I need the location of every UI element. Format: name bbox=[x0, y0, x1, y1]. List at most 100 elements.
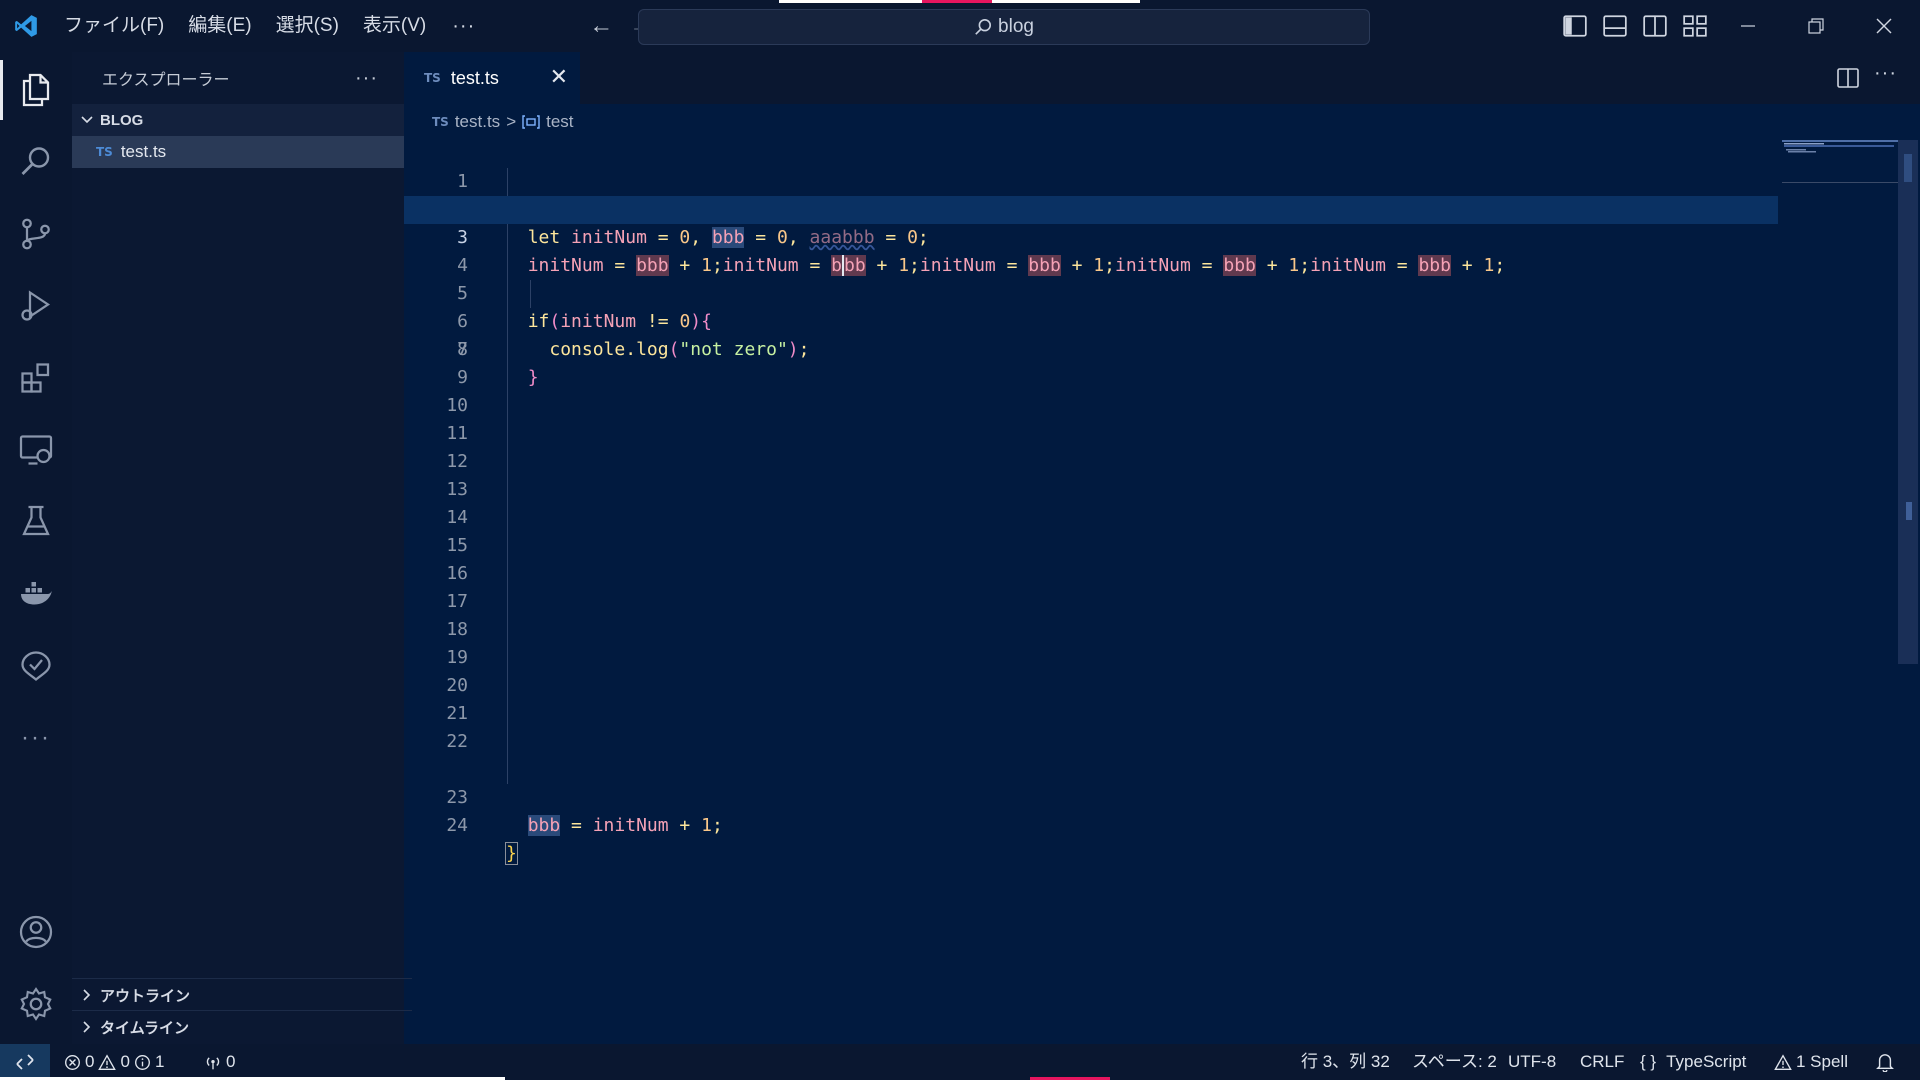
folder-section-header[interactable]: BLOG bbox=[72, 104, 404, 136]
language-braces-icon: { } bbox=[1640, 1052, 1657, 1071]
outline-section-header[interactable]: アウトライン bbox=[72, 978, 412, 1011]
line-number: 16 bbox=[446, 563, 468, 584]
typescript-file-icon: TS bbox=[424, 71, 441, 85]
file-item-test-ts[interactable]: TS test.ts bbox=[72, 136, 404, 168]
minimize-icon[interactable] bbox=[1714, 0, 1782, 52]
status-bar: 0 0 1 0 行 3、列 32 スペース: 2 UTF-8 CRLF { } … bbox=[0, 1044, 1920, 1080]
toggle-panel-icon[interactable] bbox=[1602, 13, 1628, 39]
search-icon bbox=[975, 18, 992, 35]
breadcrumb-separator: > bbox=[506, 112, 517, 131]
cursor-position[interactable]: 行 3、列 32 bbox=[1301, 1044, 1390, 1080]
encoding[interactable]: UTF-8 bbox=[1508, 1044, 1556, 1080]
line-number: 10 bbox=[446, 395, 468, 416]
breadcrumb-file[interactable]: test.ts bbox=[455, 112, 500, 132]
customize-layout-icon[interactable] bbox=[1682, 13, 1708, 39]
line-number: 24 bbox=[446, 815, 468, 836]
menu-view[interactable]: 表示(V) bbox=[351, 0, 438, 52]
toggle-secondary-sidebar-icon[interactable] bbox=[1642, 13, 1668, 39]
line-number: 11 bbox=[446, 423, 468, 444]
tab-test-ts[interactable]: TS test.ts ✕ bbox=[404, 52, 580, 104]
language-mode[interactable]: { } TypeScript bbox=[1640, 1044, 1746, 1080]
vertical-scrollbar[interactable] bbox=[1898, 140, 1918, 664]
language-label: TypeScript bbox=[1666, 1052, 1747, 1071]
ports-indicator[interactable]: 0 bbox=[204, 1044, 235, 1080]
scrollbar-marker bbox=[1906, 502, 1912, 520]
warning-icon bbox=[98, 1053, 117, 1070]
accounts-icon[interactable] bbox=[0, 902, 72, 962]
file-name: test.ts bbox=[120, 142, 167, 161]
search-text: blog bbox=[998, 16, 1034, 37]
restore-icon[interactable] bbox=[1782, 0, 1850, 52]
chevron-right-icon bbox=[83, 1021, 91, 1033]
code-line: 23 bbb = initNum + 1; bbox=[404, 756, 1778, 836]
variable-symbol-icon bbox=[522, 115, 540, 129]
command-center-search[interactable]: blog bbox=[638, 9, 1370, 45]
vscode-logo-icon[interactable] bbox=[0, 0, 52, 52]
scrollbar-cursor-marker bbox=[1904, 154, 1912, 182]
code-line: 2 let initNum = 0, bbb = 0, aaabbb = 0; bbox=[404, 168, 1778, 248]
menu-more-icon[interactable]: ··· bbox=[438, 15, 489, 38]
menu-file[interactable]: ファイル(F) bbox=[52, 0, 176, 52]
title-bar: ファイル(F) 編集(E) 選択(S) 表示(V) ··· ← → blog bbox=[0, 0, 1920, 52]
chevron-down-icon bbox=[81, 116, 93, 124]
code-line: 22 bbox=[404, 728, 1778, 756]
testing-icon[interactable] bbox=[0, 492, 72, 552]
error-icon bbox=[65, 1054, 80, 1070]
timeline-section-header[interactable]: タイムライン bbox=[72, 1010, 412, 1043]
code-line: 16 bbox=[404, 560, 1778, 588]
docker-icon[interactable] bbox=[0, 564, 72, 624]
source-control-icon[interactable] bbox=[0, 204, 72, 264]
code-line-text: bbb = initNum + 1; bbox=[527, 815, 723, 836]
code-line-current: 3 initNum = bbb + 1;initNum = b bb + 1;in… bbox=[404, 196, 1778, 276]
line-number: 21 bbox=[446, 703, 468, 724]
breadcrumb-symbol[interactable]: test bbox=[546, 112, 573, 132]
code-editor[interactable]: 1 const test = () =>{ 2 let initNum = 0,… bbox=[404, 140, 1920, 1044]
code-line: 18 bbox=[404, 616, 1778, 644]
extensions-icon[interactable] bbox=[0, 348, 72, 408]
menu-selection[interactable]: 選択(S) bbox=[264, 0, 351, 52]
indentation[interactable]: スペース: 2 bbox=[1412, 1044, 1497, 1080]
search-view-icon[interactable] bbox=[0, 132, 72, 192]
line-number: 19 bbox=[446, 647, 468, 668]
minimap[interactable] bbox=[1782, 140, 1902, 200]
timeline-label: タイムライン bbox=[100, 1019, 189, 1037]
problems-indicator[interactable]: 0 0 1 bbox=[64, 1044, 164, 1080]
editor-more-actions-icon[interactable]: ··· bbox=[1874, 62, 1897, 85]
menu-edit[interactable]: 編集(E) bbox=[176, 0, 263, 52]
end-of-line[interactable]: CRLF bbox=[1580, 1044, 1624, 1080]
line-number: 9 bbox=[457, 367, 468, 388]
line-number: 14 bbox=[446, 507, 468, 528]
run-debug-icon[interactable] bbox=[0, 276, 72, 336]
code-line-text: } bbox=[505, 842, 518, 865]
explorer-icon[interactable] bbox=[0, 60, 72, 120]
breadcrumb: TS test.ts > test bbox=[404, 104, 1920, 140]
close-window-icon[interactable] bbox=[1850, 0, 1918, 52]
notifications-bell-icon[interactable] bbox=[1876, 1044, 1894, 1080]
code-line: 6 console.log("not zero"); bbox=[404, 280, 1778, 360]
broadcast-icon bbox=[206, 1056, 220, 1069]
activity-bar: ··· bbox=[0, 52, 72, 1044]
code-line: 24 } bbox=[404, 784, 1778, 865]
line-number: 13 bbox=[446, 479, 468, 500]
chevron-right-icon bbox=[83, 989, 91, 1001]
editor-tab-bar: TS test.ts ✕ ··· bbox=[404, 52, 1920, 104]
close-tab-icon[interactable]: ✕ bbox=[550, 64, 568, 90]
spell-indicator[interactable]: 1 Spell bbox=[1774, 1044, 1848, 1080]
error-count: 0 bbox=[85, 1052, 95, 1071]
gitlens-icon[interactable] bbox=[0, 636, 72, 696]
tab-label: test.ts bbox=[450, 67, 499, 88]
sidebar-title: エクスプローラー bbox=[102, 72, 230, 89]
typescript-file-icon: TS bbox=[96, 145, 113, 159]
back-arrow-icon[interactable]: ← bbox=[581, 12, 621, 40]
line-number: 8 bbox=[457, 339, 468, 360]
more-views-icon[interactable]: ··· bbox=[0, 708, 72, 768]
code-line: 4 bbox=[404, 224, 1778, 276]
settings-gear-icon[interactable] bbox=[0, 974, 72, 1034]
ports-count: 0 bbox=[226, 1052, 236, 1071]
sidebar-more-icon[interactable]: ··· bbox=[355, 67, 378, 90]
split-editor-icon[interactable] bbox=[1836, 66, 1860, 90]
toggle-primary-sidebar-icon[interactable] bbox=[1562, 13, 1588, 39]
remote-explorer-icon[interactable] bbox=[0, 420, 72, 480]
remote-indicator-icon[interactable] bbox=[0, 1044, 50, 1080]
spell-label: 1 Spell bbox=[1796, 1052, 1848, 1071]
